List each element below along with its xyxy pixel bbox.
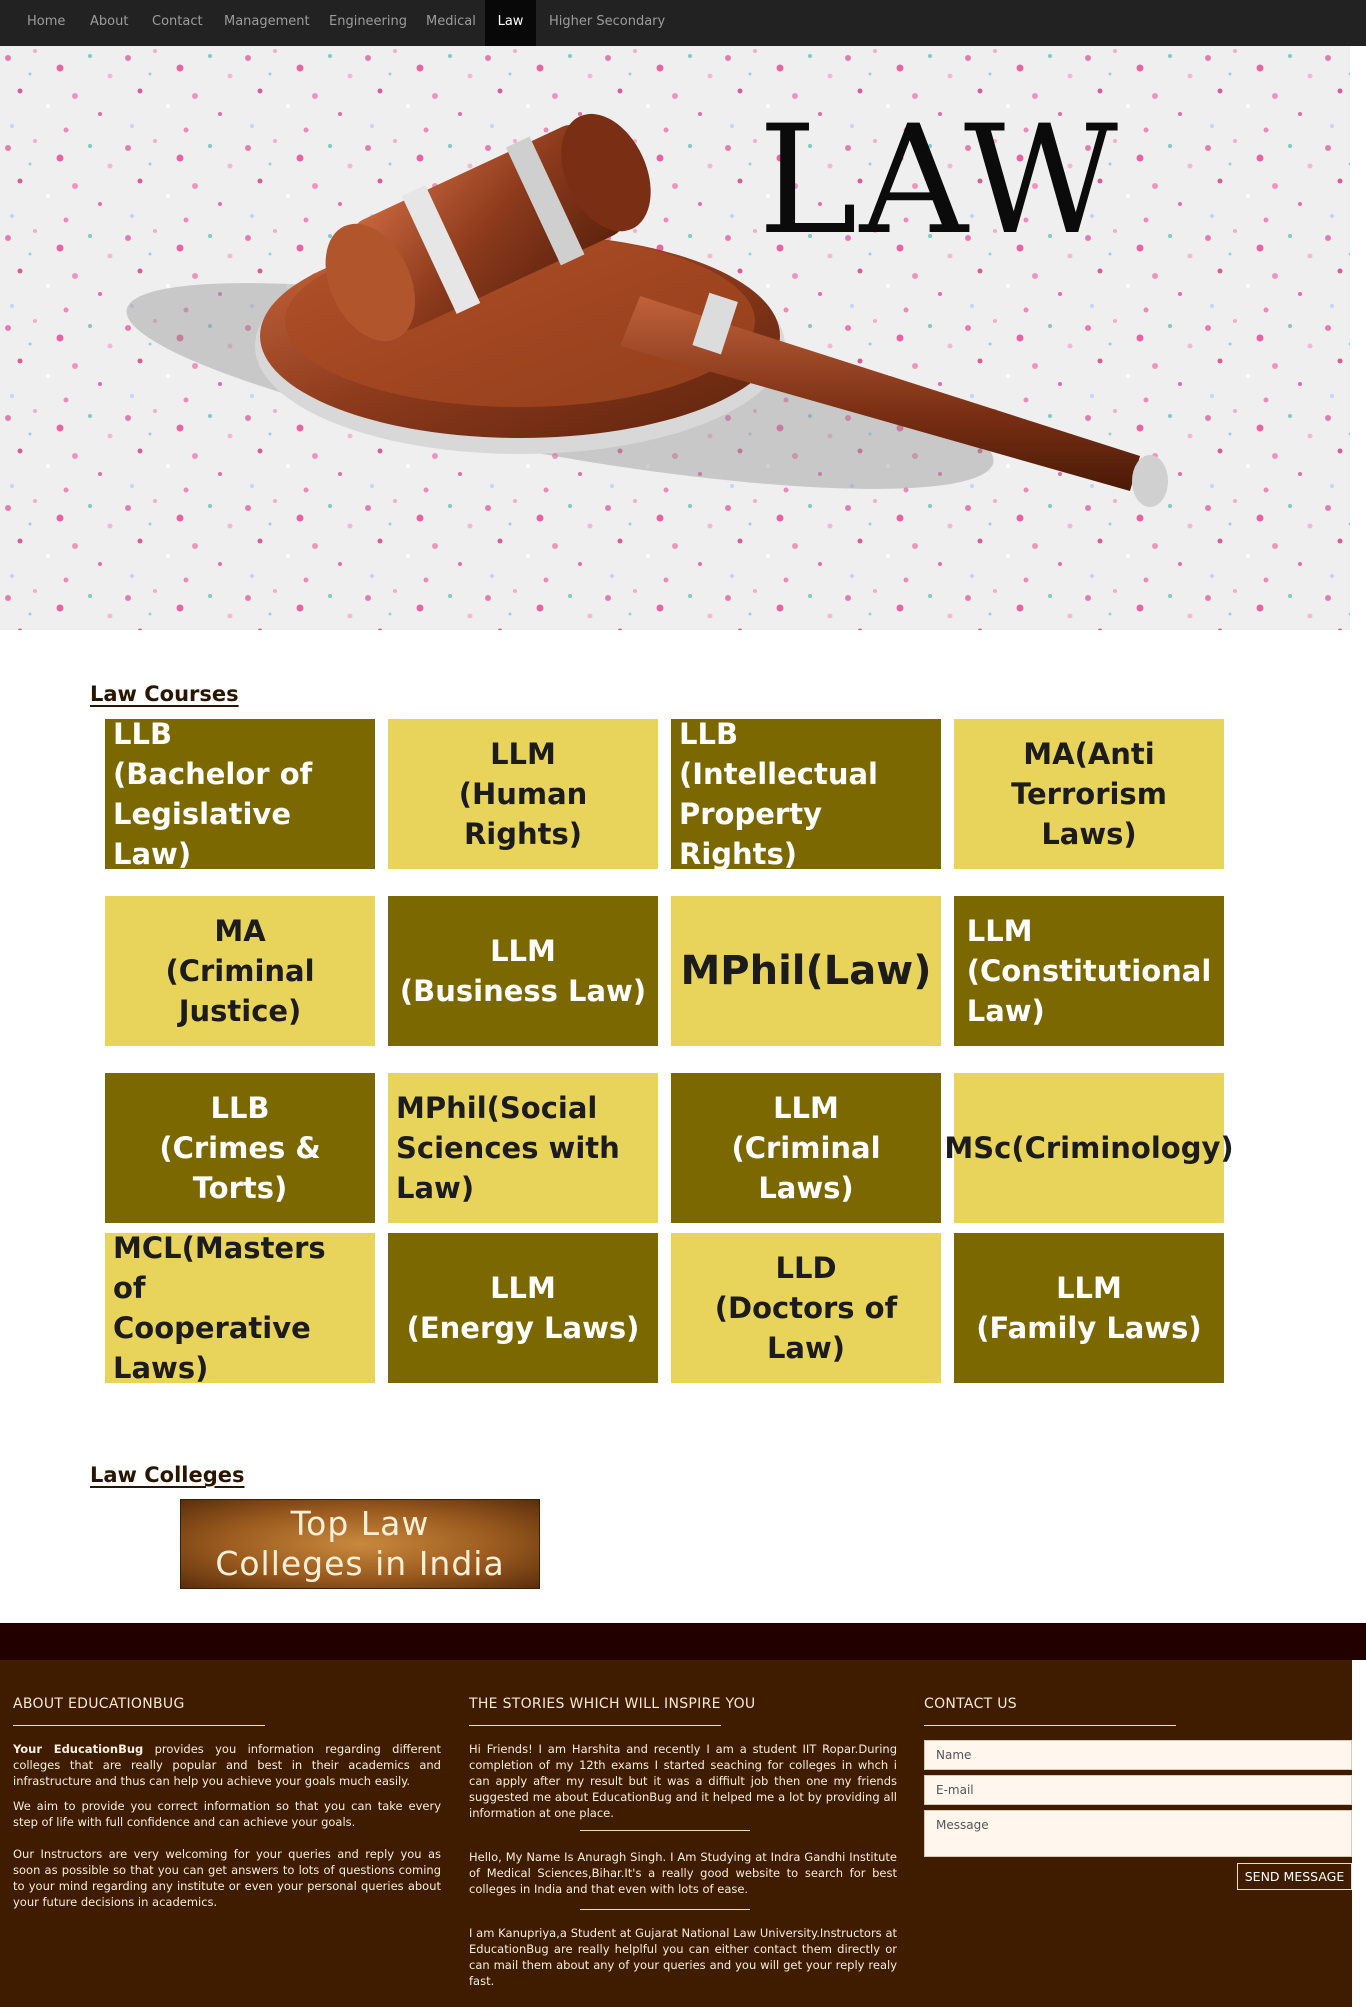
course-tile-llb-bachelor[interactable]: LLB (Bachelor of Legislative Law)	[105, 717, 375, 871]
course-tile-label: LLM (Business Law)	[399, 934, 647, 1008]
course-tile-llm-business-law[interactable]: LLM (Business Law)	[388, 896, 658, 1046]
course-tile-llb-ipr[interactable]: LLB (Intellectual Property Rights)	[671, 717, 941, 871]
course-tile-label: LLM (Human Rights)	[458, 737, 588, 851]
about-para-3: Our Instructors are very welcoming for y…	[13, 1847, 441, 1909]
hero-banner: LAW	[0, 46, 1350, 630]
course-tile-label: LLM (Family Laws)	[976, 1271, 1202, 1345]
course-tile-label: MPhil(Social Sciences with Law)	[396, 1091, 620, 1205]
course-tile-label: LLD (Doctors of Law)	[714, 1251, 898, 1365]
course-tile-llm-human-rights[interactable]: LLM (Human Rights)	[388, 719, 658, 869]
about-para-1: Your EducationBug provides you informati…	[13, 1741, 441, 1789]
contact-heading-underline	[924, 1725, 1176, 1726]
about-heading-underline	[13, 1725, 265, 1726]
top-law-colleges-banner[interactable]: Top Law Colleges in India	[180, 1499, 540, 1589]
course-tile-lld[interactable]: LLD (Doctors of Law)	[671, 1233, 941, 1383]
about-heading: ABOUT EDUCATIONBUG	[13, 1696, 185, 1712]
course-tile-label: LLM (Criminal Laws)	[731, 1091, 881, 1205]
law-courses-heading: Law Courses	[90, 682, 239, 706]
hero-title: LAW	[758, 94, 1121, 268]
nav-higher-secondary[interactable]: Higher Secondary	[549, 0, 665, 46]
course-tile-label: MSc(Criminology)	[944, 1131, 1234, 1165]
story-separator	[580, 1830, 750, 1831]
contact-heading: CONTACT US	[924, 1696, 1017, 1712]
stories-heading-underline	[469, 1725, 721, 1726]
nav-law[interactable]: Law	[485, 0, 536, 46]
stories-heading: THE STORIES WHICH WILL INSPIRE YOU	[469, 1696, 756, 1712]
course-tile-ma-anti-terrorism[interactable]: MA(Anti Terrorism Laws)	[954, 719, 1224, 869]
story-separator	[580, 1909, 750, 1910]
course-tile-llm-energy-laws[interactable]: LLM (Energy Laws)	[388, 1233, 658, 1383]
course-tile-msc-criminology[interactable]: MSc(Criminology)	[944, 1073, 1234, 1223]
course-tile-label: LLB (Intellectual Property Rights)	[679, 717, 878, 871]
story-harshita: Hi Friends! I am Harshita and recently I…	[469, 1742, 897, 1820]
course-tile-label: MCL(Masters of Cooperative Laws)	[113, 1231, 326, 1385]
nav-medical[interactable]: Medical	[426, 0, 476, 46]
course-tile-mcl[interactable]: MCL(Masters of Cooperative Laws)	[105, 1231, 375, 1385]
top-navbar: Home About Contact Management Engineerin…	[0, 0, 1366, 46]
nav-about[interactable]: About	[90, 0, 128, 46]
banner-text: Top Law Colleges in India	[215, 1504, 505, 1583]
about-para-2: We aim to provide you correct informatio…	[13, 1799, 441, 1829]
law-colleges-heading: Law Colleges	[90, 1463, 245, 1487]
course-tile-label: LLB (Crimes & Torts)	[159, 1091, 321, 1205]
course-tile-ma-criminal-justice[interactable]: MA (Criminal Justice)	[105, 896, 375, 1046]
course-tile-mphil-law[interactable]: MPhil(Law)	[671, 896, 941, 1046]
footer-top-strip	[0, 1623, 1366, 1660]
course-tile-label: MPhil(Law)	[680, 948, 932, 994]
course-tile-label: LLM (Energy Laws)	[406, 1271, 640, 1345]
story-kanupriya: I am Kanupriya,a Student at Gujarat Nati…	[469, 1926, 897, 1988]
course-tile-llb-crimes-torts[interactable]: LLB (Crimes & Torts)	[105, 1073, 375, 1223]
course-tile-label: LLB (Bachelor of Legislative Law)	[113, 717, 313, 871]
course-tile-label: LLM (Constitutional Law)	[966, 914, 1212, 1028]
nav-contact[interactable]: Contact	[152, 0, 203, 46]
send-message-button[interactable]: SEND MESSAGE	[1237, 1863, 1352, 1890]
name-field[interactable]: Name	[924, 1740, 1352, 1770]
course-tile-llm-criminal-laws[interactable]: LLM (Criminal Laws)	[671, 1073, 941, 1223]
course-tile-mphil-social-sciences[interactable]: MPhil(Social Sciences with Law)	[388, 1073, 658, 1223]
nav-management[interactable]: Management	[224, 0, 310, 46]
course-tile-llm-family-laws[interactable]: LLM (Family Laws)	[954, 1233, 1224, 1383]
course-tile-label: MA(Anti Terrorism Laws)	[1011, 737, 1167, 851]
nav-engineering[interactable]: Engineering	[329, 0, 407, 46]
course-tile-label: MA (Criminal Justice)	[165, 914, 315, 1028]
email-field[interactable]: E-mail	[924, 1775, 1352, 1805]
course-tile-llm-constitutional[interactable]: LLM (Constitutional Law)	[954, 896, 1224, 1046]
story-anuragh: Hello, My Name Is Anuragh Singh. I Am St…	[469, 1850, 897, 1896]
nav-home[interactable]: Home	[27, 0, 65, 46]
brand-name: Your EducationBug	[13, 1742, 144, 1756]
message-field[interactable]: Message	[924, 1810, 1352, 1857]
hero-background	[0, 46, 1350, 630]
